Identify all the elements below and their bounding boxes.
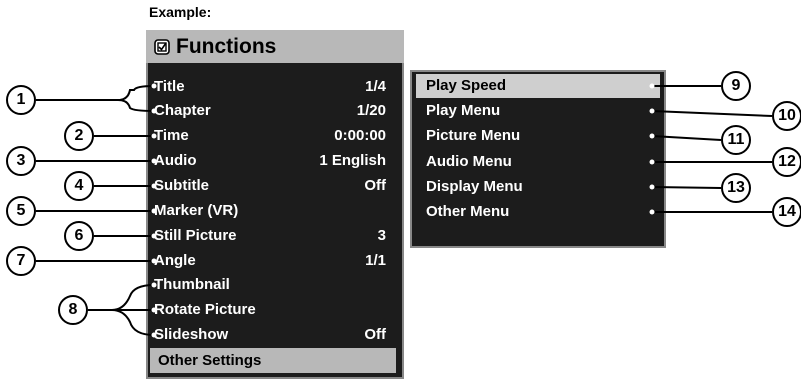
- callout-14: 14: [772, 197, 801, 227]
- callout-2: 2: [64, 121, 94, 151]
- callout-leader-lines: [36, 83, 773, 338]
- callout-7: 7: [6, 246, 36, 276]
- callout-5: 5: [6, 196, 36, 226]
- callout-11: 11: [721, 125, 751, 155]
- callout-6: 6: [64, 221, 94, 251]
- callout-4: 4: [64, 171, 94, 201]
- callout-3: 3: [6, 146, 36, 176]
- callout-10: 10: [772, 101, 801, 131]
- callout-9: 9: [721, 71, 751, 101]
- callout-1: 1: [6, 85, 36, 115]
- callout-8: 8: [58, 295, 88, 325]
- callout-12: 12: [772, 147, 801, 177]
- callout-13: 13: [721, 173, 751, 203]
